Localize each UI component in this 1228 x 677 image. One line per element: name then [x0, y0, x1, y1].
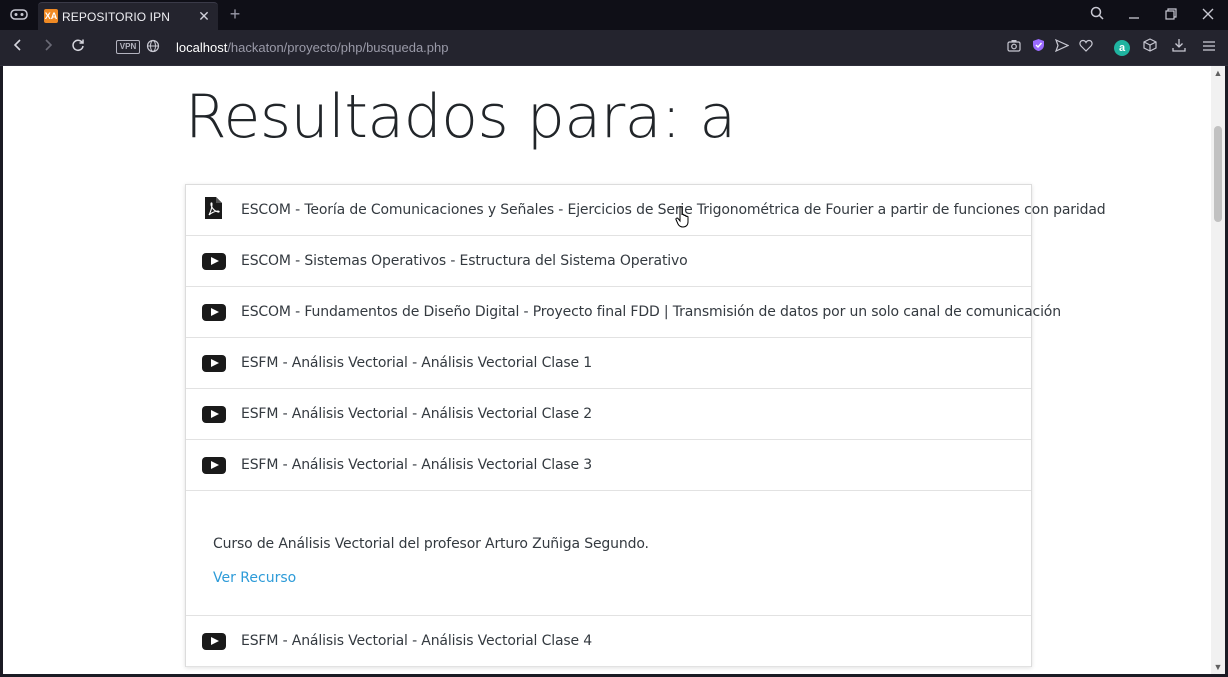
cube-extensions-icon[interactable]: [1141, 38, 1159, 58]
send-icon[interactable]: [1053, 38, 1071, 58]
result-description: Curso de Análisis Vectorial del profesor…: [213, 536, 649, 552]
reload-button[interactable]: [68, 38, 88, 58]
list-item[interactable]: ESCOM - Teoría de Comunicaciones y Señal…: [186, 185, 1106, 236]
list-item[interactable]: ESFM - Análisis Vectorial - Análisis Vec…: [186, 440, 1031, 491]
list-item[interactable]: ESCOM - Sistemas Operativos - Estructura…: [186, 236, 1031, 287]
new-tab-button[interactable]: +: [226, 5, 244, 23]
result-label: ESFM - Análisis Vectorial - Análisis Vec…: [241, 406, 593, 422]
url-host: localhost: [176, 40, 228, 55]
close-tab-icon[interactable]: ✕: [196, 8, 212, 24]
heart-icon[interactable]: [1077, 38, 1095, 58]
results-list: ESCOM - Teoría de Comunicaciones y Señal…: [185, 184, 1106, 667]
browser-tab[interactable]: XA REPOSITORIO IPN ✕: [38, 2, 218, 30]
pdf-file-icon: [203, 197, 225, 220]
download-icon[interactable]: [1170, 38, 1188, 58]
expanded-result-detail: Curso de Análisis Vectorial del profesor…: [186, 491, 1031, 616]
url-field[interactable]: localhost/hackaton/proyecto/php/busqueda…: [176, 40, 448, 55]
youtube-video-icon: [202, 633, 226, 650]
aria-extension-icon[interactable]: a: [1114, 40, 1130, 56]
youtube-video-icon: [202, 457, 226, 474]
result-label: ESFM - Análisis Vectorial - Análisis Vec…: [241, 633, 593, 649]
youtube-video-icon: [202, 406, 226, 423]
tab-title: REPOSITORIO IPN: [62, 10, 170, 24]
forward-button[interactable]: [38, 38, 58, 58]
close-window-button[interactable]: [1199, 6, 1217, 24]
scroll-down-arrow-icon[interactable]: ▼: [1211, 660, 1225, 674]
address-bar: VPN localhost/hackaton/proyecto/php/busq…: [0, 30, 1228, 66]
adblock-shield-icon[interactable]: [1029, 38, 1047, 58]
vpn-badge[interactable]: VPN: [116, 40, 140, 54]
window-frame-left: [0, 66, 3, 677]
camera-icon[interactable]: [1005, 38, 1023, 58]
list-item[interactable]: ESFM - Análisis Vectorial - Análisis Vec…: [186, 616, 1031, 667]
page-viewport: Resultados para: a ESCOM - Teoría de Com…: [3, 66, 1211, 674]
view-resource-link[interactable]: Ver Recurso: [213, 570, 296, 586]
list-item[interactable]: ESFM - Análisis Vectorial - Análisis Vec…: [186, 338, 1031, 389]
search-tabs-icon[interactable]: [1088, 6, 1106, 24]
scroll-up-arrow-icon[interactable]: ▲: [1211, 66, 1225, 80]
youtube-video-icon: [202, 355, 226, 372]
restore-button[interactable]: [1162, 6, 1180, 24]
hand-pointer-cursor-icon: [675, 206, 693, 228]
xampp-favicon-icon: XA: [44, 9, 58, 23]
list-item[interactable]: ESCOM - Fundamentos de Diseño Digital - …: [186, 287, 1061, 338]
site-info-icon[interactable]: [145, 39, 161, 55]
result-label: ESFM - Análisis Vectorial - Análisis Vec…: [241, 355, 593, 371]
result-label: ESCOM - Teoría de Comunicaciones y Señal…: [241, 202, 1106, 218]
youtube-video-icon: [202, 304, 226, 321]
back-button[interactable]: [8, 38, 28, 58]
scroll-thumb[interactable]: [1214, 126, 1222, 222]
opera-menu-icon[interactable]: [10, 7, 28, 23]
tab-bar: XA REPOSITORIO IPN ✕ +: [0, 0, 1228, 30]
youtube-video-icon: [202, 253, 226, 270]
result-label: ESCOM - Fundamentos de Diseño Digital - …: [241, 304, 1061, 320]
page-title: Resultados para: a: [185, 82, 736, 152]
result-label: ESFM - Análisis Vectorial - Análisis Vec…: [241, 457, 593, 473]
easy-setup-menu-icon[interactable]: [1200, 38, 1218, 58]
url-path: /hackaton/proyecto/php/busqueda.php: [227, 40, 449, 55]
vertical-scrollbar[interactable]: ▲ ▼: [1211, 66, 1225, 674]
result-label: ESCOM - Sistemas Operativos - Estructura…: [241, 253, 688, 269]
list-item[interactable]: ESFM - Análisis Vectorial - Análisis Vec…: [186, 389, 1031, 440]
minimize-button[interactable]: [1125, 6, 1143, 24]
